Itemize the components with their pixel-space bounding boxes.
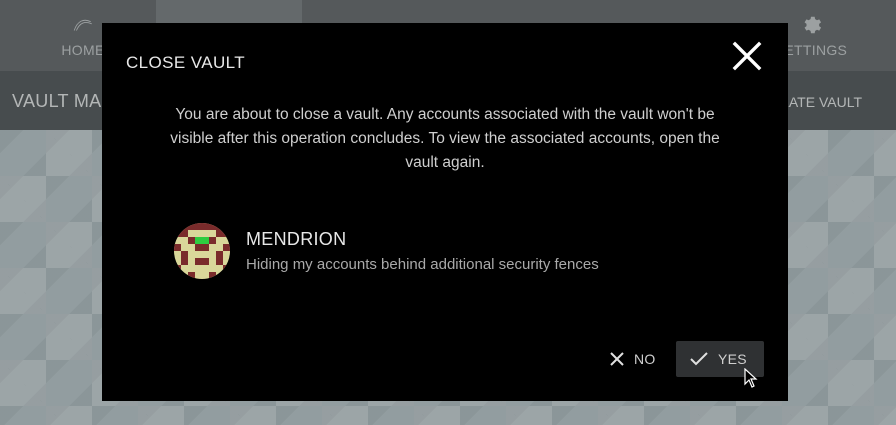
- close-icon: [732, 41, 762, 71]
- x-icon: [610, 352, 624, 366]
- yes-button-label: YES: [718, 351, 747, 367]
- vault-avatar: [174, 223, 230, 279]
- no-button[interactable]: NO: [596, 341, 670, 377]
- vault-description: Hiding my accounts behind additional sec…: [246, 256, 599, 273]
- close-vault-dialog: CLOSE VAULT You are about to close a vau…: [102, 23, 788, 401]
- mouse-cursor-icon: [744, 367, 758, 393]
- dialog-title: CLOSE VAULT: [126, 53, 246, 72]
- vault-name: MENDRION: [246, 229, 347, 249]
- close-button[interactable]: [730, 39, 764, 73]
- no-button-label: NO: [634, 351, 656, 367]
- vault-summary: MENDRION Hiding my accounts behind addit…: [174, 223, 694, 283]
- checkmark-icon: [690, 352, 708, 366]
- dialog-message: You are about to close a vault. Any acco…: [170, 106, 720, 171]
